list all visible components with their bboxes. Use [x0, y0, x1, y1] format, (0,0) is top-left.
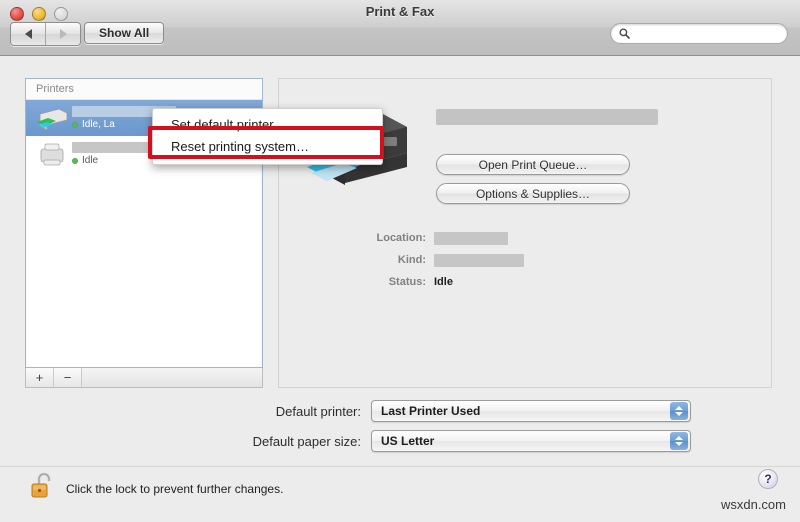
default-printer-value: Last Printer Used [381, 404, 481, 418]
chevron-down-icon [675, 412, 683, 416]
back-button[interactable] [11, 23, 45, 45]
search-input[interactable] [634, 26, 778, 41]
context-menu-item-reset-printing-system[interactable]: Reset printing system… [153, 136, 382, 158]
lock-area[interactable]: Click the lock to prevent further change… [30, 471, 283, 506]
watermark: wsxdn.com [720, 497, 786, 512]
search-icon [619, 28, 630, 39]
options-and-supplies-button[interactable]: Options & Supplies… [436, 183, 630, 204]
remove-printer-button[interactable]: − [54, 368, 82, 387]
info-row-status: Status: Idle [279, 271, 771, 293]
lock-message: Click the lock to prevent further change… [66, 481, 284, 496]
back-arrow-icon [24, 29, 32, 39]
printer-status-label: Idle, La [82, 119, 115, 130]
default-printer-popup[interactable]: Last Printer Used [371, 400, 691, 422]
default-paper-size-row: Default paper size: US Letter [0, 430, 700, 452]
search-field[interactable] [610, 23, 788, 44]
window-title: Print & Fax [365, 4, 435, 19]
default-paper-size-label: Default paper size: [252, 433, 361, 449]
status-dot-icon [72, 157, 78, 164]
info-value-status: Idle [434, 276, 453, 288]
printer-name-redacted-bar [436, 109, 658, 125]
printer-list-item-1-meta: Idle [72, 142, 158, 166]
default-paper-size-value: US Letter [381, 434, 435, 448]
status-dot-icon [72, 121, 78, 128]
info-label-kind: Kind: [397, 254, 426, 266]
printer-status-label: Idle [82, 155, 99, 166]
chevron-down-icon [675, 442, 683, 446]
preference-content: Printers Idle, La Idle + − Open Print Qu… [0, 56, 800, 466]
chevron-up-icon [675, 406, 683, 410]
show-all-button[interactable]: Show All [84, 22, 165, 44]
default-paper-size-popup[interactable]: US Letter [371, 430, 691, 452]
stepper-arrows-icon[interactable] [670, 402, 688, 420]
info-label-status: Status: [388, 276, 426, 288]
default-printer-row: Default printer: Last Printer Used [0, 400, 700, 422]
printer-status: Idle [72, 155, 158, 166]
open-print-queue-button[interactable]: Open Print Queue… [436, 154, 630, 175]
info-value-kind-redacted [434, 253, 524, 267]
preference-footer: Click the lock to prevent further change… [0, 466, 800, 522]
forward-button [45, 23, 80, 45]
default-printer-label: Default printer: [275, 403, 361, 419]
gray-printer-icon [32, 141, 72, 167]
unlocked-padlock-icon[interactable] [30, 471, 56, 506]
info-row-kind: Kind: [279, 249, 771, 271]
printer-name-redacted [72, 142, 158, 153]
add-printer-button[interactable]: + [26, 368, 54, 387]
info-row-location: Location: [279, 227, 771, 249]
help-button[interactable]: ? [758, 469, 778, 489]
window-titlebar: Print & Fax Show All [0, 0, 800, 56]
printer-info-rows: Location: Kind: Status: Idle [279, 227, 771, 293]
info-label-location: Location: [376, 232, 427, 244]
printers-list-header: Printers [26, 79, 262, 100]
color-printer-icon [32, 105, 72, 131]
navigation-segmented-control [10, 22, 81, 46]
chevron-up-icon [675, 436, 683, 440]
stepper-arrows-icon[interactable] [670, 432, 688, 450]
printer-context-menu: Set default printer Reset printing syste… [152, 108, 383, 165]
print-and-fax-window: Print & Fax Show All Printers Idle, La I… [0, 0, 800, 522]
forward-arrow-icon [59, 29, 67, 39]
info-value-location-redacted [434, 231, 508, 245]
printers-list-toolbar: + − [25, 368, 263, 388]
context-menu-item-set-default-printer[interactable]: Set default printer [153, 114, 382, 136]
